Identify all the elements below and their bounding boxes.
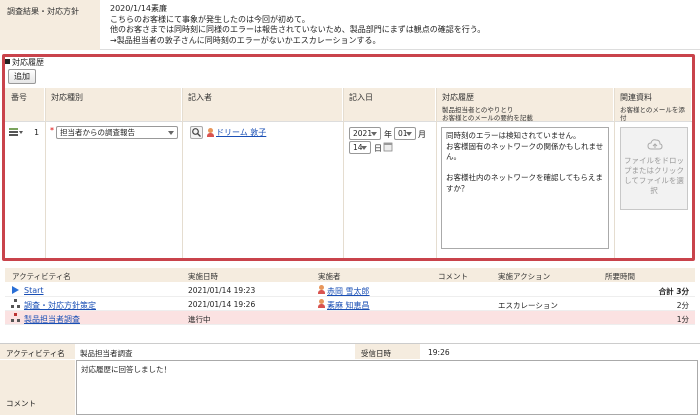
chevron-down-icon (406, 132, 412, 136)
chevron-down-icon (361, 146, 367, 150)
drop-text: ファイルをドロップまたはクリックしてファイルを選択 (624, 156, 684, 195)
activity-header: アクティビティ名 実施日時 実施者 コメント 実施アクション 所要時間 (5, 268, 695, 282)
history-title: 対応履歴 (5, 57, 44, 68)
comment-textarea[interactable]: 対応履歴に回答しました！ (76, 360, 698, 415)
col-actor: 実施者 (318, 272, 341, 281)
column-divider (614, 88, 615, 258)
activity-row-current: 製品担当者調査 進行中 1分 (5, 311, 695, 325)
header-record: 対応履歴 製品担当者とのやりとり お客様とのメールの要約を記載 (436, 88, 614, 122)
activity-date: 進行中 (188, 315, 211, 324)
result-line: 他のお客さまでは同時刻に同様のエラーは報告されていないため、製品部門にまずは観点… (110, 25, 486, 34)
header-attach-sub: お客様とのメールを添付 (620, 106, 685, 122)
divider (0, 343, 700, 344)
calendar-icon[interactable] (383, 141, 393, 152)
header-number: 番号 (5, 88, 45, 121)
user-icon (318, 299, 325, 308)
chevron-down-icon (371, 132, 377, 136)
year-unit: 年 (384, 130, 392, 139)
header-attach: 関連資料 お客様とのメールを添付 (614, 88, 692, 122)
section-square-icon (5, 59, 10, 64)
header-record-sub1: 製品担当者とのやりとり (442, 106, 514, 114)
col-comment: コメント (438, 272, 468, 281)
record-textarea[interactable]: 同時刻のエラーは検知されていません。 お客様固有のネットワークの関係かもしれませ… (441, 127, 609, 249)
day-unit: 日 (374, 144, 382, 153)
activity-actor-link[interactable]: 赤岡 雪太郎 (327, 286, 370, 297)
row-menu-icon[interactable] (9, 128, 23, 137)
col-time: 所要時間 (605, 272, 635, 281)
col-action: 実施アクション (498, 272, 551, 281)
chevron-down-icon (168, 131, 174, 135)
activity-time: 合計 3分 (658, 287, 689, 296)
received-label: 受信日時 (355, 344, 420, 359)
header-writer-label: 記入者 (188, 93, 212, 102)
file-drop-zone[interactable]: ファイルをドロップまたはクリックしてファイルを選択 (620, 127, 688, 210)
add-button[interactable]: 追加 (8, 69, 36, 84)
user-icon (207, 128, 214, 137)
search-button[interactable] (190, 126, 203, 139)
activity-date: 2021/01/14 19:23 (188, 286, 256, 295)
day-select[interactable]: 14 (349, 141, 371, 154)
search-icon (192, 128, 201, 137)
activity-name-link[interactable]: Start (24, 286, 44, 295)
activity-row: Start 2021/01/14 19:23 赤岡 雪太郎 合計 3分 (5, 283, 695, 297)
history-title-text: 対応履歴 (12, 58, 44, 67)
activity-action: エスカレーション (498, 301, 558, 310)
cloud-upload-icon (647, 139, 663, 150)
activity-time: 2分 (676, 301, 689, 310)
result-line: 2020/1/14素廉 (110, 4, 168, 13)
type-select-value: 担当者からの調査報告 (60, 128, 135, 137)
result-text: 2020/1/14素廉 こちらのお客様にて事象が発生したのは今回が初めて。 他の… (110, 4, 695, 46)
header-type-label: 対応種別 (51, 93, 83, 102)
received-value: 19:26 (428, 348, 450, 357)
header-writer: 記入者 (182, 88, 343, 121)
flow-icon (11, 299, 20, 308)
column-divider (436, 88, 437, 258)
col-activity-name: アクティビティ名 (12, 272, 71, 281)
col-date[interactable]: 実施日時 (188, 271, 218, 282)
year-select[interactable]: 2021 (349, 127, 381, 140)
required-mark: * (50, 126, 54, 135)
result-line: こちらのお客様にて事象が発生したのは今回が初めて。 (110, 14, 310, 24)
result-line: →製品担当者の敦子さんに同時刻のエラーがないかエスカレーションする。 (110, 35, 381, 45)
activity-row: 調査・対応方針策定 2021/01/14 19:26 素麻 知恵昌 エスカレーシ… (5, 297, 695, 311)
column-divider (343, 88, 344, 258)
month-unit: 月 (418, 130, 426, 139)
column-divider (45, 88, 46, 258)
activity-date: 2021/01/14 19:26 (188, 300, 256, 309)
header-date-label: 記入日 (349, 93, 373, 102)
flow-icon (11, 313, 20, 322)
activity-actor-link[interactable]: 素麻 知恵昌 (327, 300, 370, 311)
play-icon (12, 286, 19, 294)
user-icon (318, 285, 325, 294)
header-type: 対応種別 (45, 88, 182, 121)
activity-name-link[interactable]: 製品担当者調査 (24, 314, 80, 325)
row-number: 1 (34, 128, 40, 137)
activity-name-label: アクティビティ名 (0, 344, 75, 359)
month-select[interactable]: 01 (394, 127, 416, 140)
comment-label: コメント (0, 360, 75, 415)
activity-name-value: 製品担当者調査 (80, 349, 133, 358)
writer-link[interactable]: ドリーム 敦子 (216, 127, 266, 138)
year-value: 2021 (353, 129, 373, 138)
header-attach-label: 関連資料 (620, 93, 652, 102)
result-label: 調査結果・対応方針 (0, 0, 100, 50)
activity-name-link[interactable]: 調査・対応方針策定 (24, 300, 96, 311)
header-record-label: 対応履歴 (442, 93, 474, 102)
column-divider (182, 88, 183, 258)
type-select[interactable]: 担当者からの調査報告 (56, 126, 178, 139)
activity-time: 1分 (676, 315, 689, 324)
header-date: 記入日 (343, 88, 436, 121)
header-number-label: 番号 (11, 93, 27, 102)
